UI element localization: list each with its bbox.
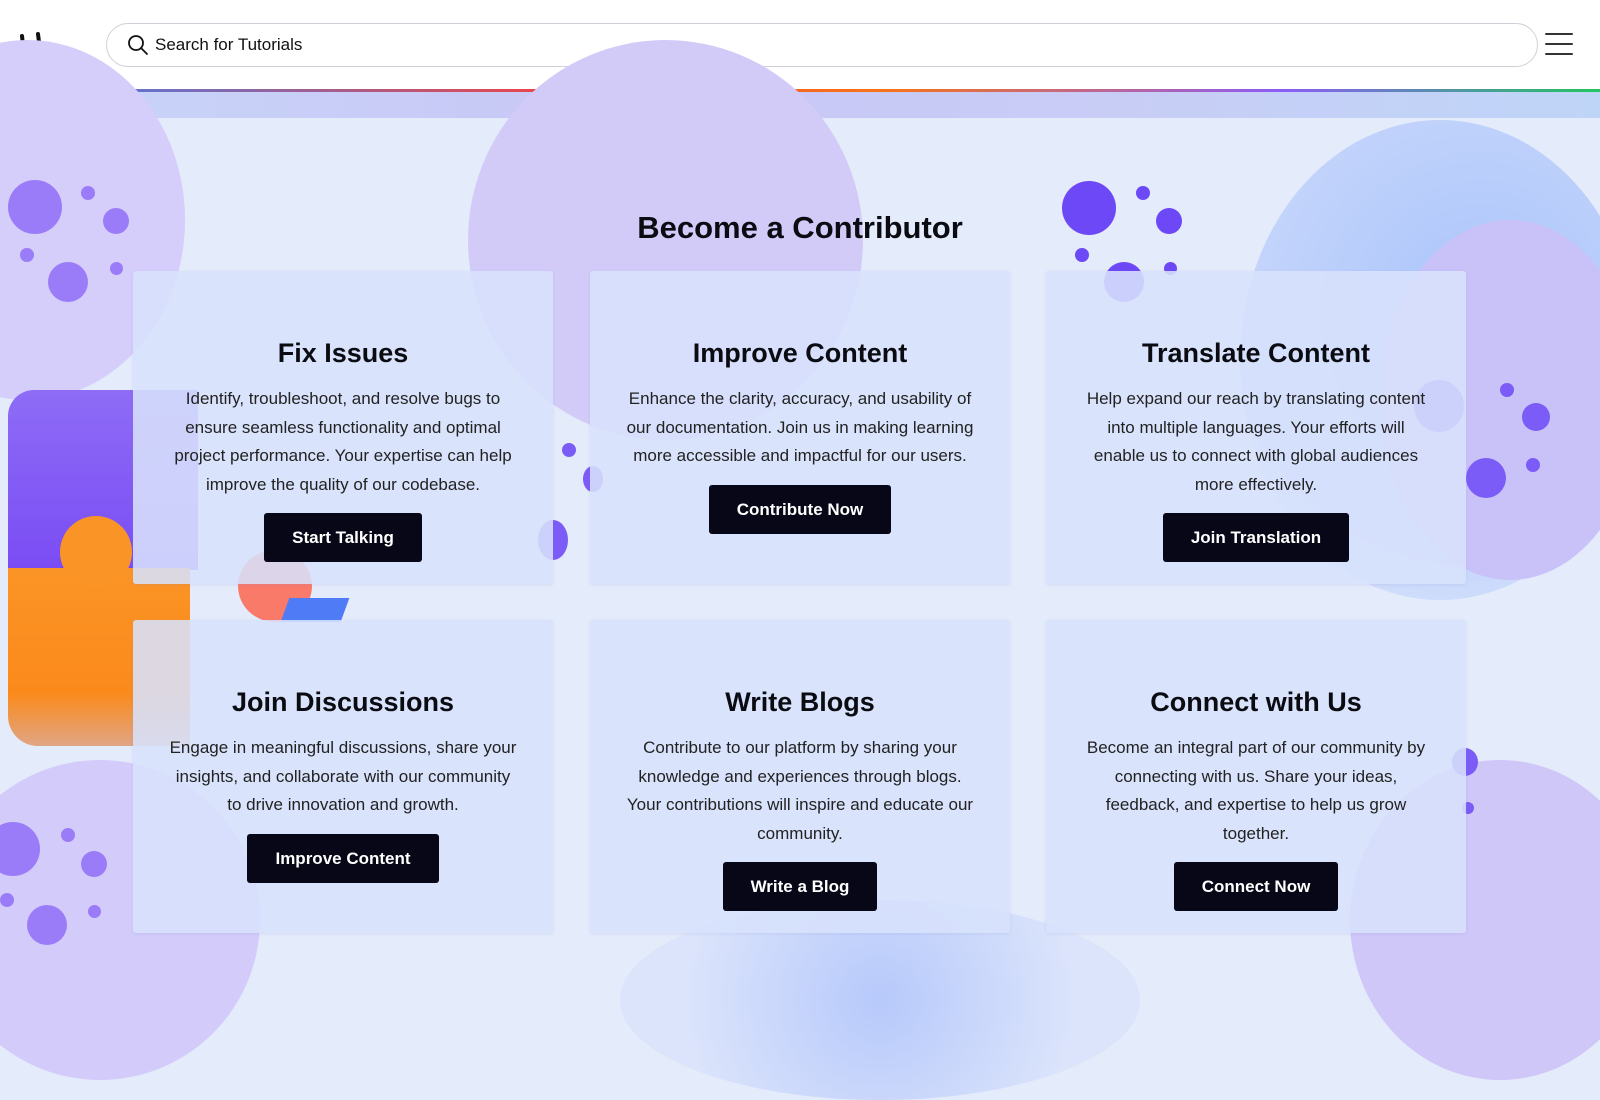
- write-a-blog-button[interactable]: Write a Blog: [722, 862, 878, 911]
- card-connect-with-us: Connect with Us Become an integral part …: [1046, 620, 1466, 933]
- card-description: Engage in meaningful discussions, share …: [169, 738, 517, 814]
- card-improve-content: Improve Content Enhance the clarity, acc…: [590, 271, 1010, 584]
- contribute-now-button[interactable]: Contribute Now: [708, 484, 892, 534]
- card-description: Help expand our reach by translating con…: [1086, 389, 1426, 494]
- card-title: Fix Issues: [277, 338, 409, 368]
- card-title: Write Blogs: [725, 687, 875, 717]
- card-translate-content: Translate Content Help expand our reach …: [1046, 271, 1466, 584]
- hamburger-menu-icon[interactable]: [1545, 33, 1573, 55]
- card-title: Improve Content: [692, 338, 908, 368]
- improve-content-button[interactable]: Improve Content: [247, 833, 439, 883]
- search-bar[interactable]: [106, 23, 1538, 67]
- card-write-blogs: Write Blogs Contribute to our platform b…: [590, 620, 1010, 933]
- card-title: Translate Content: [1141, 338, 1371, 368]
- search-input[interactable]: [153, 34, 1457, 56]
- start-talking-button[interactable]: Start Talking: [264, 513, 422, 562]
- card-fix-issues: Fix Issues Identify, troubleshoot, and r…: [133, 271, 553, 584]
- card-description: Contribute to our platform by sharing yo…: [626, 738, 974, 843]
- site-header: [0, 0, 1600, 90]
- card-title: Join Discussions: [231, 687, 455, 717]
- join-translation-button[interactable]: Join Translation: [1162, 513, 1350, 562]
- search-icon[interactable]: [127, 34, 149, 56]
- card-join-discussions: Join Discussions Engage in meaningful di…: [133, 620, 553, 933]
- connect-now-button[interactable]: Connect Now: [1173, 862, 1339, 911]
- card-description: Identify, troubleshoot, and resolve bugs…: [174, 389, 512, 494]
- page-title: Become a Contributor: [637, 210, 963, 245]
- card-description: Become an integral part of our community…: [1086, 738, 1426, 843]
- card-description: Enhance the clarity, accuracy, and usabi…: [626, 389, 974, 465]
- card-title: Connect with Us: [1150, 687, 1362, 717]
